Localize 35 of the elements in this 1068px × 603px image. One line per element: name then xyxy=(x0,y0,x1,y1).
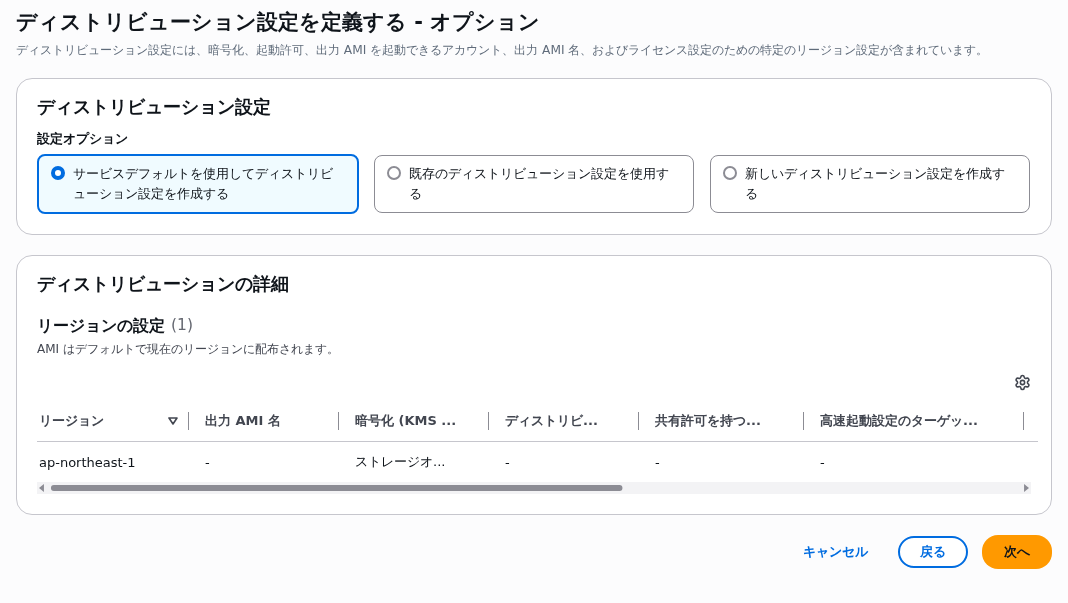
table-cell-text: ap-northeast-1 xyxy=(38,453,137,472)
table-cell-text: ストレージオ... xyxy=(354,453,447,471)
section-title: ディストリビューションの詳細 xyxy=(37,273,290,296)
column-header[interactable]: 暗号化 (KMS ... xyxy=(355,412,478,430)
column-header[interactable]: 出力 AMI 名 xyxy=(205,412,328,430)
column-header[interactable]: 共有許可を持つ... xyxy=(655,412,793,430)
option-label: 新しいディストリビューション設定を作成する xyxy=(745,165,1006,203)
sort-icon[interactable] xyxy=(168,417,178,425)
section-title: ディストリビューション設定 xyxy=(37,96,272,119)
radio-icon xyxy=(387,166,401,180)
table-cell-text: - xyxy=(504,453,511,472)
radio-tile[interactable]: 既存のディストリビューション設定を使用する xyxy=(374,155,694,213)
options-label: 設定オプション xyxy=(37,131,129,148)
region-count: (1) xyxy=(171,316,193,336)
radio-tile[interactable]: 新しいディストリビューション設定を作成する xyxy=(710,155,1030,213)
back-button[interactable]: 戻る xyxy=(898,536,968,568)
table-cell-text: - xyxy=(204,453,211,472)
settings-icon[interactable] xyxy=(1014,374,1031,391)
column-header[interactable]: リージョン xyxy=(39,412,178,430)
cancel-button[interactable]: キャンセル xyxy=(787,537,884,567)
region-heading: リージョンの設定 xyxy=(37,316,165,337)
horizontal-scrollbar[interactable] xyxy=(37,482,1031,494)
radio-icon xyxy=(723,166,737,180)
table-cell-text: - xyxy=(819,453,826,472)
next-button[interactable]: 次へ xyxy=(982,535,1052,569)
column-header[interactable]: 高速起動設定のターゲッ... xyxy=(820,412,1013,430)
column-header[interactable]: ディストリビ... xyxy=(505,412,628,430)
option-label: サービスデフォルトを使用してディストリビューション設定を作成する xyxy=(73,165,334,203)
radio-tile[interactable]: サービスデフォルトを使用してディストリビューション設定を作成する xyxy=(37,154,359,214)
region-description: AMI はデフォルトで現在のリージョンに配布されます。 xyxy=(37,341,340,358)
page-description: ディストリビューション設定には、暗号化、起動許可、出力 AMI を起動できるアカウント、出力 AMI 名、およびライセンス設定のための特定のリージョン設定が含まれています。 xyxy=(16,42,990,59)
option-label: 既存のディストリビューション設定を使用する xyxy=(409,165,670,203)
table-cell-text: - xyxy=(654,453,661,472)
radio-icon xyxy=(51,166,65,180)
page-title: ディストリビューション設定を定義する - オプション xyxy=(16,9,542,36)
